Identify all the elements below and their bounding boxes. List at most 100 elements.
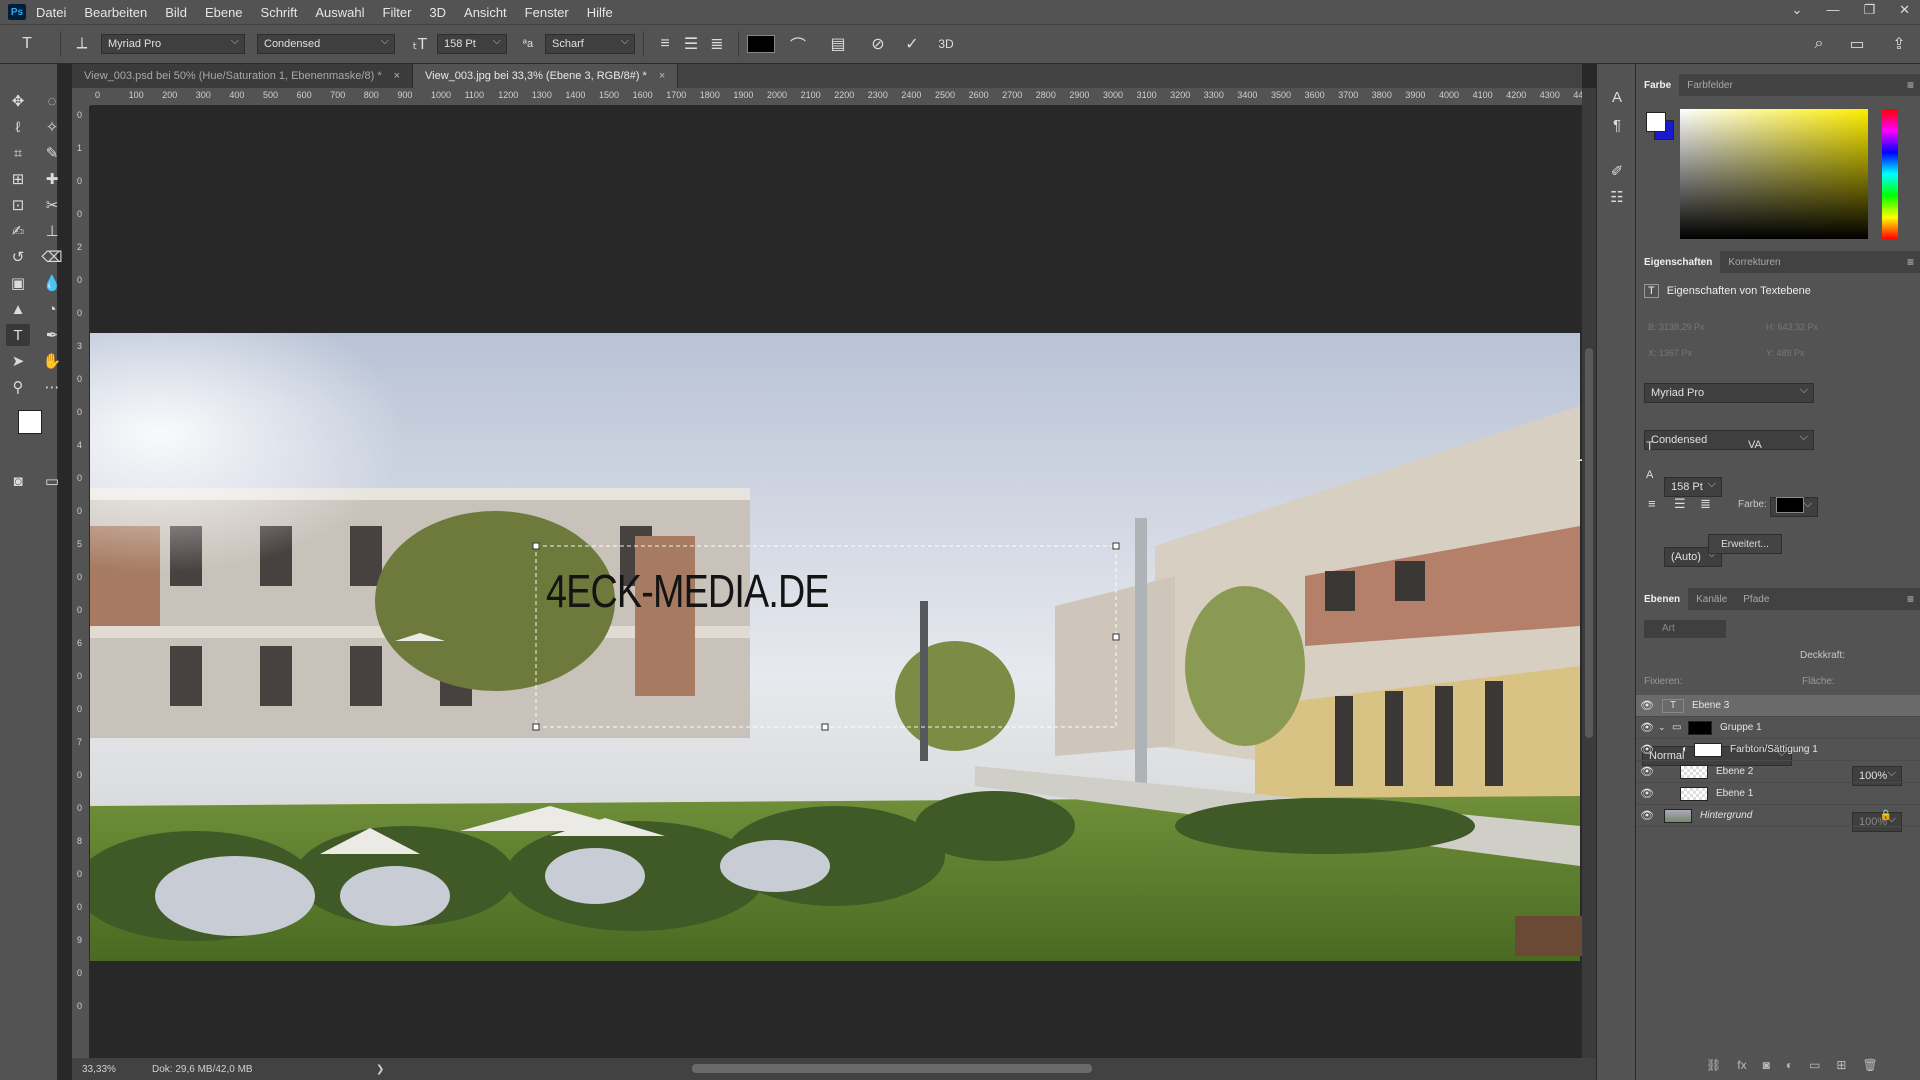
foreground-color-swatch[interactable]: [18, 410, 42, 434]
color-fg-swatch[interactable]: [1646, 112, 1666, 132]
tab-view-003-psd[interactable]: View_003.psd bei 50% (Hue/Saturation 1, …: [72, 64, 414, 88]
eye-icon[interactable]: 👁: [1636, 699, 1658, 712]
tab-eigenschaften[interactable]: Eigenschaften: [1636, 251, 1721, 273]
eyedropper-icon[interactable]: ✎: [40, 142, 64, 164]
frame-tool-icon[interactable]: ⊞: [6, 168, 30, 190]
vertical-scrollbar[interactable]: [1582, 88, 1596, 1058]
eraser-icon[interactable]: ⌫: [40, 246, 64, 268]
brush-settings-icon[interactable]: ✐: [1605, 160, 1629, 182]
new-layer-icon[interactable]: ⊞: [1836, 1058, 1846, 1072]
layer-row[interactable]: 👁 ◐ Farbton/Sättigung 1: [1636, 739, 1920, 761]
quick-mask-icon[interactable]: ◙: [6, 470, 30, 492]
menu-auswahl[interactable]: Auswahl: [315, 5, 364, 20]
x-field[interactable]: X: 1367 Px: [1648, 348, 1692, 358]
antialias-select[interactable]: Scharf: [545, 34, 635, 54]
menu-ansicht[interactable]: Ansicht: [464, 5, 507, 20]
prop-font-size-select[interactable]: 158 Pt: [1664, 477, 1722, 497]
align-right-icon[interactable]: ≣: [704, 34, 730, 54]
more-tools-icon[interactable]: ⋯: [40, 376, 64, 398]
menu-hilfe[interactable]: Hilfe: [587, 5, 613, 20]
tab-ebenen[interactable]: Ebenen: [1636, 588, 1689, 610]
align-center-icon[interactable]: ☰: [1674, 496, 1686, 512]
align-left-icon[interactable]: ≡: [652, 35, 678, 53]
layer-filter-search[interactable]: Art: [1644, 620, 1726, 638]
tab-kanaele[interactable]: Kanäle: [1688, 588, 1735, 610]
menu-ebene[interactable]: Ebene: [205, 5, 243, 20]
align-right-icon[interactable]: ≣: [1700, 496, 1711, 512]
trash-icon[interactable]: 🗑: [1862, 1058, 1877, 1072]
dodge-tool-icon[interactable]: ◔: [40, 298, 64, 320]
brush-tool-icon[interactable]: ✍: [6, 220, 30, 242]
adjustments-icon[interactable]: ☷: [1605, 186, 1629, 208]
crop-tool-icon[interactable]: ⌗: [6, 142, 30, 164]
font-style-select[interactable]: Condensed: [257, 34, 395, 54]
3d-button[interactable]: 3D: [933, 37, 959, 51]
panel-menu-icon[interactable]: ≡: [1907, 255, 1914, 269]
link-icon[interactable]: ⛓: [1706, 1058, 1721, 1072]
character-panel-icon[interactable]: A: [1605, 86, 1629, 108]
status-menu-icon[interactable]: ❯: [376, 1064, 384, 1075]
prop-font-style-select[interactable]: Condensed: [1644, 430, 1814, 450]
blur-tool-icon[interactable]: 💧: [40, 272, 64, 294]
stamp-tool-icon[interactable]: ⊥: [40, 220, 64, 242]
minimize-icon[interactable]: —: [1826, 2, 1839, 18]
eye-icon[interactable]: 👁: [1636, 809, 1658, 822]
ruler-origin[interactable]: [72, 88, 90, 106]
type-tool-icon[interactable]: T: [6, 324, 30, 346]
tab-korrekturen[interactable]: Korrekturen: [1720, 251, 1788, 273]
menu-bearbeiten[interactable]: Bearbeiten: [84, 5, 147, 20]
align-center-icon[interactable]: ☰: [678, 34, 704, 54]
magic-wand-icon[interactable]: ✧: [40, 116, 64, 138]
cancel-icon[interactable]: ⊘: [865, 34, 891, 54]
slice-tool-icon[interactable]: ⊡: [6, 194, 30, 216]
selection-arrow-icon[interactable]: ➤: [6, 350, 30, 372]
text-color-swatch[interactable]: [747, 35, 775, 53]
tab-view-003-jpg[interactable]: View_003.jpg bei 33,3% (Ebene 3, RGB/8#)…: [413, 64, 679, 88]
close-tab-icon[interactable]: ×: [394, 70, 400, 82]
horizontal-scroll-thumb[interactable]: [692, 1064, 1092, 1073]
collapse-icon[interactable]: ⌄: [1792, 2, 1803, 18]
panel-menu-icon[interactable]: ≡: [1907, 592, 1914, 606]
tab-farbfelder[interactable]: Farbfelder: [1679, 74, 1741, 96]
zoom-level[interactable]: 33,33%: [82, 1064, 142, 1075]
font-family-select[interactable]: Myriad Pro: [101, 34, 245, 54]
type-tool-icon[interactable]: T: [14, 35, 40, 53]
screen-mode-icon[interactable]: ▭: [40, 470, 64, 492]
menu-schrift[interactable]: Schrift: [261, 5, 298, 20]
menu-fenster[interactable]: Fenster: [525, 5, 569, 20]
close-tab-icon[interactable]: ×: [659, 70, 665, 82]
restore-icon[interactable]: ❐: [1863, 2, 1875, 18]
text-orientation-icon[interactable]: ⟂: [69, 35, 95, 53]
menu-datei[interactable]: Datei: [36, 5, 66, 20]
chevron-down-icon[interactable]: ⌄: [1658, 722, 1672, 733]
tab-farbe[interactable]: Farbe: [1636, 74, 1680, 96]
mask-icon[interactable]: ◙: [1763, 1058, 1770, 1072]
gradient-tool-icon[interactable]: ▣: [6, 272, 30, 294]
height-field[interactable]: H: 643,32 Px: [1766, 322, 1818, 332]
close-icon[interactable]: ✕: [1899, 2, 1910, 18]
marquee-tool-icon[interactable]: ◌: [40, 90, 64, 112]
commit-icon[interactable]: ✓: [899, 34, 925, 54]
eye-icon[interactable]: 👁: [1636, 743, 1658, 756]
menu-bild[interactable]: Bild: [165, 5, 187, 20]
menu-filter[interactable]: Filter: [383, 5, 412, 20]
zoom-tool-icon[interactable]: ⚲: [6, 376, 30, 398]
pen-tool-icon[interactable]: ▲: [6, 298, 30, 320]
eye-icon[interactable]: 👁: [1636, 787, 1658, 800]
width-field[interactable]: B: 3138,29 Px: [1648, 322, 1705, 332]
paragraph-panel-icon[interactable]: ¶: [1605, 114, 1629, 136]
fx-icon[interactable]: fx: [1737, 1058, 1746, 1072]
hand-tool-icon[interactable]: ✋: [40, 350, 64, 372]
prop-text-color-swatch[interactable]: [1776, 497, 1804, 513]
canvas-area[interactable]: 4ECK-MEDIA.DE: [90, 106, 1582, 1058]
prop-font-family-select[interactable]: Myriad Pro: [1644, 383, 1814, 403]
workspace-icon[interactable]: ▭: [1844, 34, 1870, 54]
menu-3d[interactable]: 3D: [429, 5, 446, 20]
layer-row[interactable]: 👁 Hintergrund 🔒: [1636, 805, 1920, 827]
panel-menu-icon[interactable]: ≡: [1907, 78, 1914, 92]
healing-brush-icon[interactable]: ✚: [40, 168, 64, 190]
layer-row[interactable]: 👁 Ebene 1: [1636, 783, 1920, 805]
tab-pfade[interactable]: Pfade: [1735, 588, 1777, 610]
more-options-button[interactable]: Erweitert...: [1708, 534, 1782, 554]
eye-icon[interactable]: 👁: [1636, 721, 1658, 734]
